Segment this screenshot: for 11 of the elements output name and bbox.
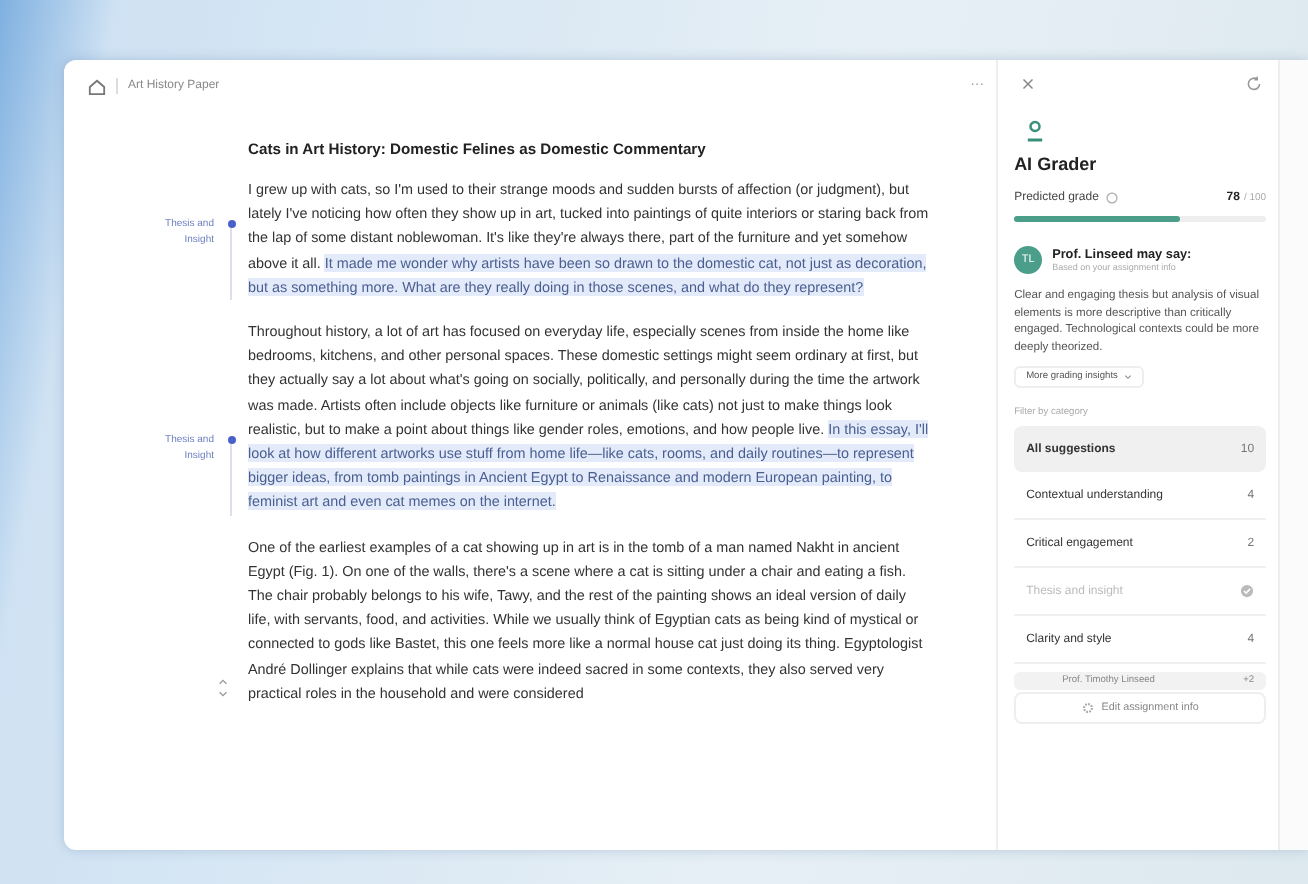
- refresh-icon[interactable]: [1246, 76, 1263, 92]
- grader-title: AI Grader: [1014, 154, 1099, 174]
- person-icon: [1026, 120, 1045, 142]
- note-dot-icon: [227, 435, 235, 444]
- chevron-up-icon[interactable]: [218, 678, 228, 687]
- note-dot-icon: [227, 220, 235, 229]
- caret-icon: [1123, 374, 1132, 381]
- check-circle-icon: [1240, 584, 1255, 599]
- close-icon[interactable]: [1022, 78, 1035, 90]
- chevron-down-icon[interactable]: [218, 690, 228, 699]
- home-icon[interactable]: [88, 77, 106, 95]
